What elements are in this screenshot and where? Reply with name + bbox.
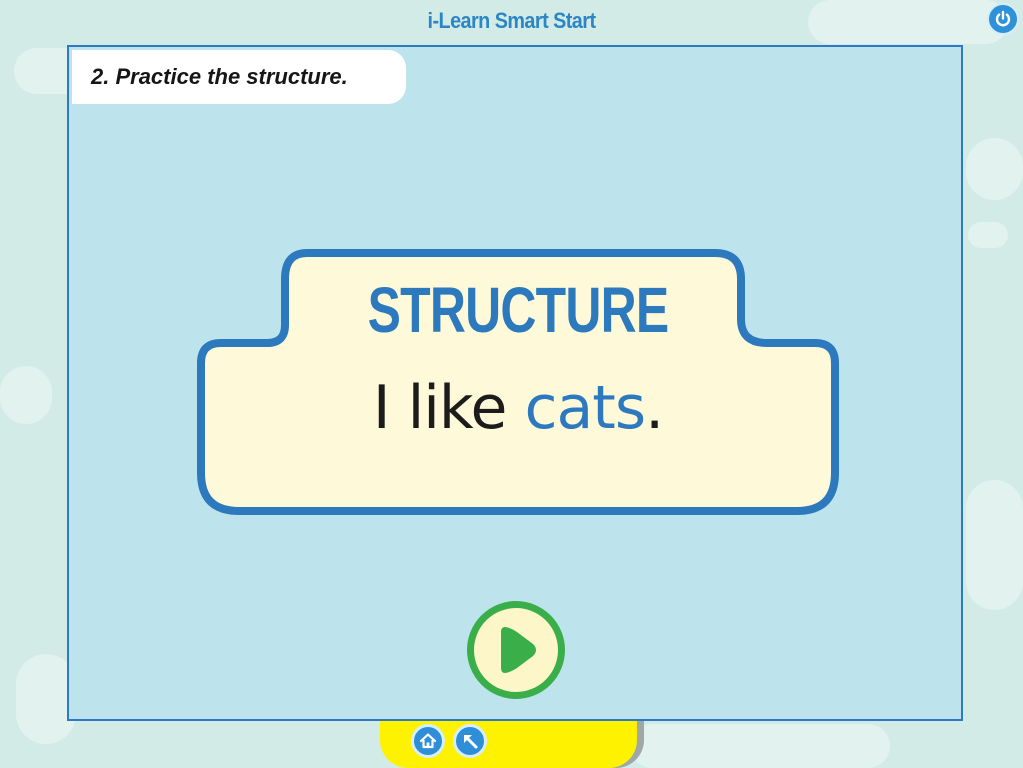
structure-heading: STRUCTURE — [367, 274, 670, 346]
home-button[interactable] — [411, 724, 445, 758]
background-cloud — [630, 724, 890, 768]
background-cloud — [966, 480, 1023, 610]
power-button[interactable] — [987, 3, 1019, 35]
background-cloud — [968, 222, 1008, 248]
activity-board: 2. Practice the structure. STRUCTURE I l… — [67, 45, 963, 721]
back-arrow-icon — [461, 732, 479, 750]
background-cloud — [0, 366, 52, 424]
sentence-highlight-word: cats — [524, 373, 647, 443]
sentence-period: . — [645, 373, 664, 443]
structure-sentence: I like cats. — [195, 373, 841, 443]
instruction-label: 2. Practice the structure. — [72, 50, 406, 104]
play-icon — [499, 623, 539, 677]
power-icon — [994, 10, 1012, 28]
home-icon — [419, 732, 437, 750]
sentence-text: I like — [372, 373, 525, 443]
back-button[interactable] — [453, 724, 487, 758]
play-button[interactable] — [467, 601, 565, 699]
structure-card: STRUCTURE I like cats. — [195, 247, 841, 519]
app-title: i-Learn Smart Start — [427, 8, 597, 33]
background-cloud — [966, 138, 1023, 200]
